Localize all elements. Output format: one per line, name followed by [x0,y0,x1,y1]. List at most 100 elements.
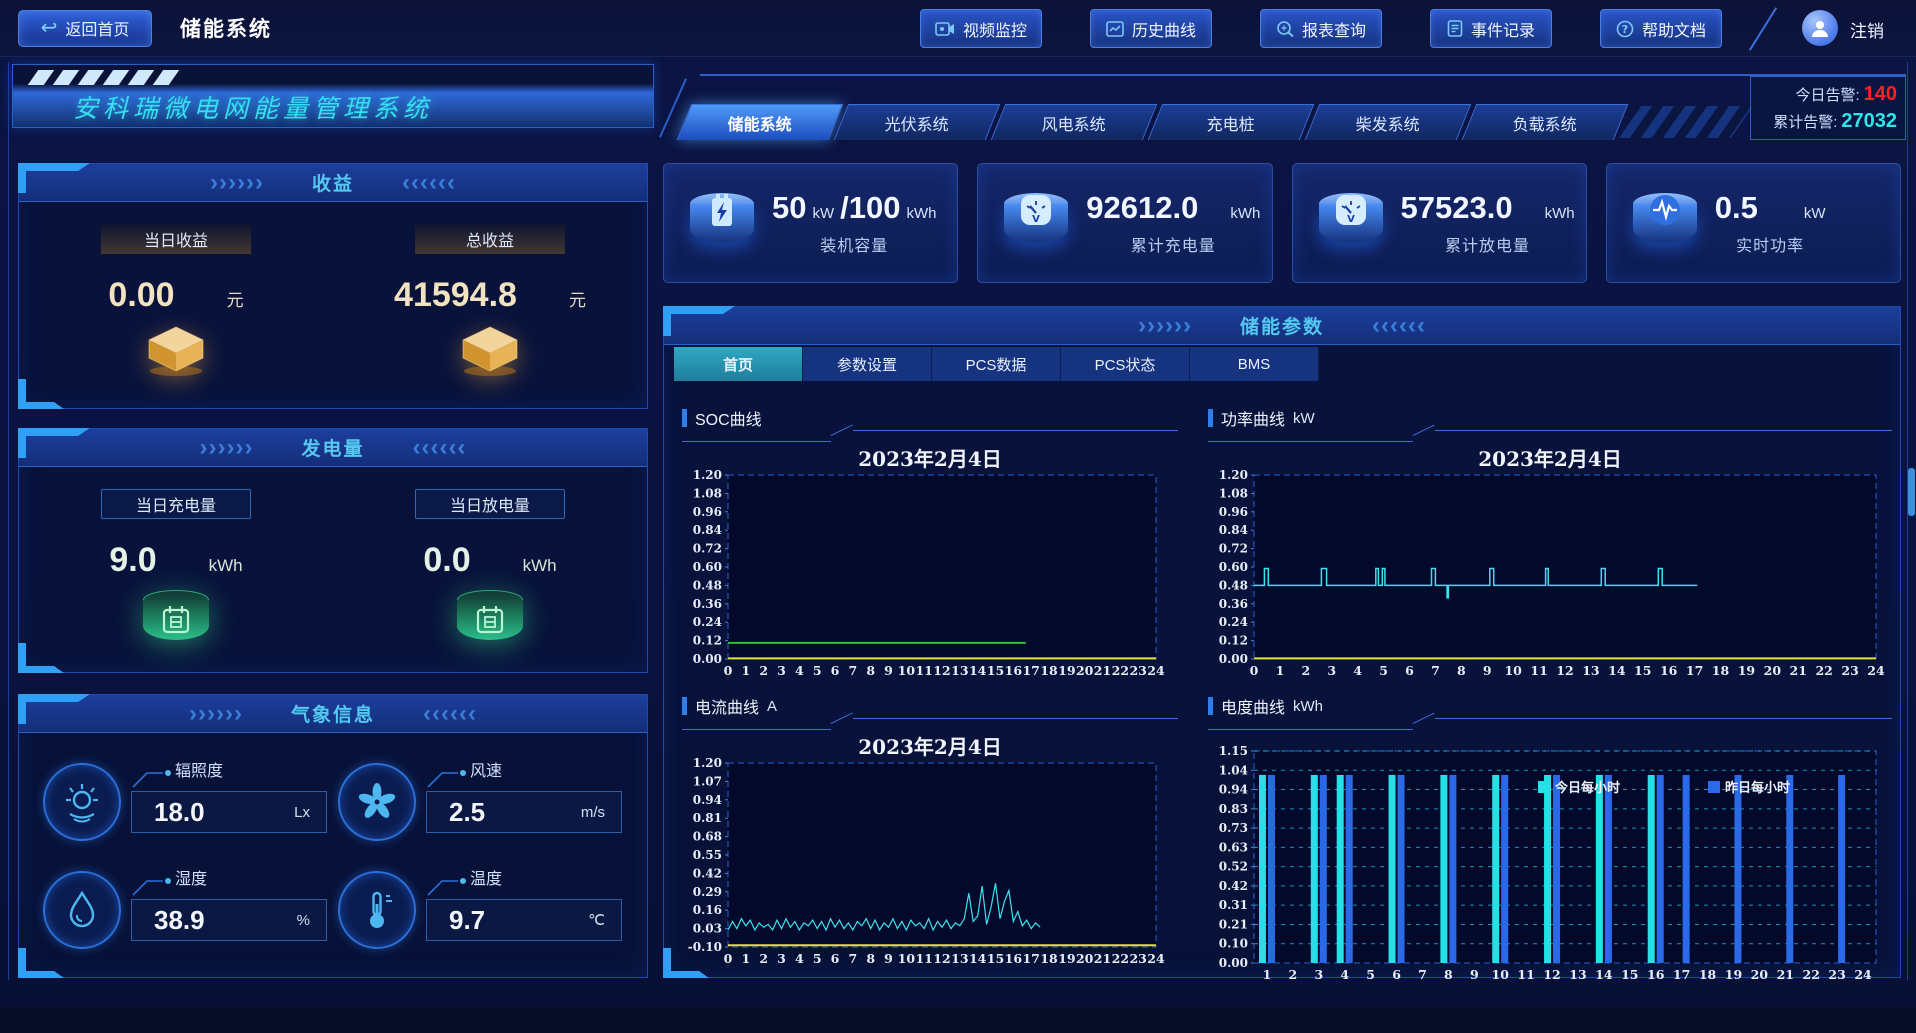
svg-text:-0.10: -0.10 [688,940,722,954]
fan-icon [338,763,416,841]
back-home-button[interactable]: ↩ 返回首页 [18,10,152,47]
tab-bms[interactable]: BMS [1190,347,1319,381]
wind-speed-label: 风速 [470,757,502,789]
svg-text:0.42: 0.42 [1219,879,1248,893]
stat-cards: 50 kW /100 kWh 装机容量 V 92612.0 kWh 累计充电量 … [663,163,1901,283]
capacity-value-row: 50 kW /100 kWh [772,190,937,226]
chevrons-left: ‹‹‹‹‹‹ [1372,314,1426,338]
tab-param-settings[interactable]: 参数设置 [803,347,932,381]
top-nav: 视频监控 历史曲线 报表查询 事件记录 ? 帮助文档 [920,9,1722,48]
tab-energy-storage[interactable]: 储能系统 [677,104,844,140]
svg-text:1.20: 1.20 [693,469,722,482]
svg-text:1: 1 [741,663,750,678]
energy-chart: 1.151.040.940.830.730.630.520.420.310.21… [1208,745,1888,985]
corner-accent [18,428,90,436]
svg-text:0.63: 0.63 [1219,840,1248,854]
svg-text:0.24: 0.24 [1219,615,1248,629]
svg-text:0: 0 [1250,663,1259,678]
svg-text:0.72: 0.72 [1219,542,1248,556]
topbar-divider [1749,7,1777,50]
video-monitor-label: 视频监控 [963,17,1027,41]
svg-text:5: 5 [813,951,822,966]
chart-divider [682,717,1178,731]
svg-text:0.52: 0.52 [1219,860,1248,874]
realtime-power-unit: kW [1804,205,1826,222]
total-charge-card: V 92612.0 kWh 累计充电量 [977,163,1272,283]
svg-text:4: 4 [1353,663,1362,678]
svg-text:0: 0 [724,951,733,966]
corner-accent [18,402,64,409]
svg-text:6: 6 [831,663,840,678]
current-chart-date: 2023年2月4日 [682,731,1178,757]
tab-pcs-data[interactable]: PCS数据 [932,347,1061,381]
history-curve-button[interactable]: 历史曲线 [1090,9,1212,48]
svg-text:0.42: 0.42 [693,866,722,880]
svg-text:0.83: 0.83 [1219,802,1248,816]
logout-button[interactable]: 注销 [1850,17,1884,42]
svg-text:10: 10 [898,663,916,678]
video-monitor-button[interactable]: 视频监控 [920,9,1042,48]
svg-text:19: 19 [1738,663,1755,678]
tab-home[interactable]: 首页 [674,347,803,381]
svg-text:15: 15 [1634,663,1651,678]
panel-header: ›››››› 发电量 ‹‹‹‹‹‹ [19,429,647,467]
chevrons-left: ‹‹‹‹‹‹ [423,702,477,726]
svg-text:12: 12 [933,663,950,678]
svg-text:7: 7 [848,951,857,966]
svg-text:3: 3 [1327,663,1336,678]
svg-text:9: 9 [1470,967,1479,982]
corner-accent [18,163,90,171]
total-charge-label: 累计充电量 [1131,232,1216,256]
svg-text:8: 8 [1444,967,1453,982]
total-discharge-value: 57523.0 [1401,190,1513,226]
revenue-title: 收益 [312,169,354,196]
report-query-button[interactable]: 报表查询 [1260,9,1382,48]
tab-load-system[interactable]: 负载系统 [1462,104,1629,140]
svg-text:0.36: 0.36 [693,597,722,611]
tab-photovoltaic[interactable]: 光伏系统 [834,104,1001,140]
svg-text:10: 10 [1504,663,1522,678]
tab-charging-pile[interactable]: 充电桩 [1148,104,1315,140]
search-icon [1276,20,1294,37]
svg-text:0.29: 0.29 [693,885,722,899]
capacity-kw-unit: kW [812,205,834,222]
total-revenue-unit: 元 [569,286,586,311]
corner-accent [18,694,90,702]
temperature-valuebox: 9.7 ℃ [426,899,622,941]
svg-text:19: 19 [1058,951,1075,966]
tab-diesel-gen[interactable]: 柴发系统 [1305,104,1472,140]
current-chart-title: 电流曲线 [695,694,759,718]
event-log-button[interactable]: 事件记录 [1430,9,1552,48]
help-icon: ? [1616,20,1634,38]
svg-text:0.03: 0.03 [693,922,722,936]
svg-text:17: 17 [1022,951,1039,966]
svg-text:0.12: 0.12 [1219,634,1248,648]
wind-speed-value: 2.5 [449,797,485,828]
svg-text:1: 1 [741,951,750,966]
svg-text:10: 10 [898,951,916,966]
svg-text:15: 15 [1621,967,1638,982]
scrollbar-handle[interactable] [1908,468,1915,516]
svg-text:昨日每小时: 昨日每小时 [1725,780,1790,796]
svg-text:7: 7 [1418,967,1427,982]
total-revenue-item: 总收益 41594.8元 [346,224,635,382]
label-row: 湿度 [131,871,327,897]
help-doc-button[interactable]: ? 帮助文档 [1600,9,1722,48]
svg-text:23: 23 [1828,967,1845,982]
svg-text:18: 18 [1040,663,1058,678]
svg-text:6: 6 [831,951,840,966]
title-bar-icon [1208,697,1213,715]
user-avatar[interactable] [1802,10,1838,46]
svg-text:16: 16 [1660,663,1678,678]
help-doc-label: 帮助文档 [1642,17,1706,41]
tab-pcs-status[interactable]: PCS状态 [1061,347,1190,381]
svg-text:13: 13 [1569,967,1586,982]
svg-text:0.94: 0.94 [693,793,722,807]
title-bar-icon [682,697,687,715]
tab-wind-power[interactable]: 风电系统 [991,104,1158,140]
svg-text:0.21: 0.21 [1219,917,1248,931]
soc-chart: 1.201.080.960.840.720.600.480.360.240.12… [682,469,1168,681]
daily-discharge-label: 当日放电量 [415,489,565,519]
gauge-icon: V [1319,193,1383,253]
report-query-label: 报表查询 [1302,17,1366,41]
